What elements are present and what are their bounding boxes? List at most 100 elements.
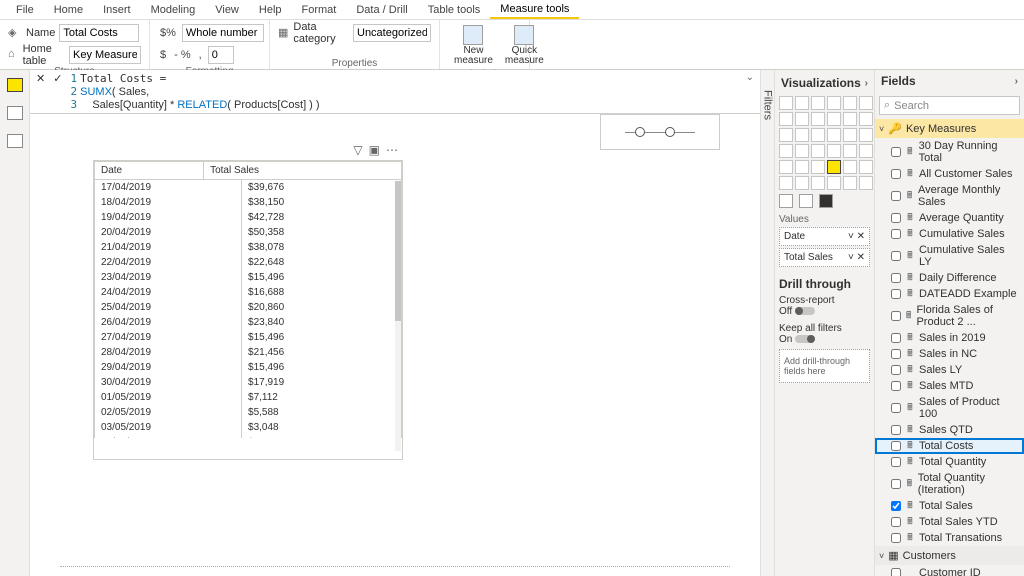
- table-row[interactable]: 26/04/2019$23,840: [95, 315, 402, 330]
- well-date[interactable]: Date˅ ✕: [779, 227, 870, 246]
- field-item[interactable]: Customer ID: [875, 565, 1024, 576]
- field-item[interactable]: 🖩All Customer Sales: [875, 166, 1024, 182]
- collapse-fields-icon[interactable]: ›: [1015, 76, 1018, 87]
- format-dropdown[interactable]: [182, 24, 264, 42]
- field-checkbox[interactable]: [891, 501, 901, 511]
- keep-filters-toggle[interactable]: [795, 335, 815, 343]
- focus-icon[interactable]: ▣: [369, 143, 380, 157]
- decimals-input[interactable]: [208, 46, 234, 64]
- viz-type-icon[interactable]: [827, 144, 841, 158]
- field-checkbox[interactable]: [891, 289, 901, 299]
- viz-type-icon[interactable]: [843, 96, 857, 110]
- viz-type-icon[interactable]: [779, 128, 793, 142]
- field-item[interactable]: 🖩Florida Sales of Product 2 ...: [875, 302, 1024, 330]
- viz-type-icon[interactable]: [859, 96, 873, 110]
- field-checkbox[interactable]: [891, 251, 901, 261]
- viz-type-icon[interactable]: [811, 128, 825, 142]
- report-view-icon[interactable]: [7, 78, 23, 92]
- field-checkbox[interactable]: [891, 517, 901, 527]
- menu-measure-tools[interactable]: Measure tools: [490, 1, 579, 19]
- viz-type-icon[interactable]: [827, 112, 841, 126]
- format-tab-icon[interactable]: [799, 194, 813, 208]
- table-row[interactable]: 20/04/2019$50,358: [95, 225, 402, 240]
- table-row[interactable]: 27/04/2019$15,496: [95, 330, 402, 345]
- field-item[interactable]: 🖩Total Sales: [875, 498, 1024, 514]
- field-checkbox[interactable]: [891, 273, 901, 283]
- menu-data-drill[interactable]: Data / Drill: [346, 2, 417, 18]
- field-checkbox[interactable]: [891, 213, 901, 223]
- table-row[interactable]: 28/04/2019$21,456: [95, 345, 402, 360]
- fields-tab-icon[interactable]: [779, 194, 793, 208]
- filter-icon[interactable]: ▽: [353, 143, 362, 157]
- table-row[interactable]: 01/05/2019$7,112: [95, 390, 402, 405]
- field-item[interactable]: 🖩Average Monthly Sales: [875, 182, 1024, 210]
- table-row[interactable]: 22/04/2019$22,648: [95, 255, 402, 270]
- field-checkbox[interactable]: [891, 479, 901, 489]
- table-header[interactable]: ˅▦Customers: [875, 546, 1024, 565]
- viz-type-icon[interactable]: [811, 112, 825, 126]
- column-header[interactable]: Total Sales: [204, 162, 402, 180]
- viz-type-icon[interactable]: [843, 160, 857, 174]
- viz-type-icon[interactable]: [827, 96, 841, 110]
- commit-icon[interactable]: ✓: [53, 72, 62, 85]
- comma-button[interactable]: ,: [197, 49, 204, 61]
- field-checkbox[interactable]: [891, 533, 901, 543]
- field-checkbox[interactable]: [891, 311, 901, 321]
- measure-name-input[interactable]: [59, 24, 139, 42]
- field-checkbox[interactable]: [891, 365, 901, 375]
- field-item[interactable]: 🖩Total Quantity: [875, 454, 1024, 470]
- field-checkbox[interactable]: [891, 333, 901, 343]
- menu-file[interactable]: File: [6, 2, 44, 18]
- home-table-input[interactable]: [69, 46, 141, 64]
- field-checkbox[interactable]: [891, 457, 901, 467]
- menu-help[interactable]: Help: [249, 2, 292, 18]
- field-checkbox[interactable]: [891, 349, 901, 359]
- field-item[interactable]: 🖩Sales MTD: [875, 378, 1024, 394]
- field-checkbox[interactable]: [891, 381, 901, 391]
- field-item[interactable]: 🖩Sales QTD: [875, 422, 1024, 438]
- menu-view[interactable]: View: [205, 2, 249, 18]
- formula-bar[interactable]: ✕ ✓ 1 Total Costs = 2 SUMX( Sales, 3 Sal…: [30, 70, 760, 114]
- table-row[interactable]: 23/04/2019$15,496: [95, 270, 402, 285]
- collapse-viz-icon[interactable]: ›: [865, 78, 868, 89]
- viz-type-icon[interactable]: [859, 144, 873, 158]
- viz-type-icon[interactable]: [795, 144, 809, 158]
- percent-button[interactable]: - %: [172, 49, 193, 61]
- report-canvas[interactable]: ▽ ▣ ⋯ DateTotal Sales 17/04/2019$39,6761…: [30, 114, 760, 566]
- table-row[interactable]: 21/04/2019$38,078: [95, 240, 402, 255]
- quick-measure-button[interactable]: Quick measure: [499, 23, 550, 68]
- field-item[interactable]: 🖩Sales LY: [875, 362, 1024, 378]
- field-checkbox[interactable]: [891, 169, 901, 179]
- field-item[interactable]: 🖩Total Sales YTD: [875, 514, 1024, 530]
- field-item[interactable]: 🖩Average Quantity: [875, 210, 1024, 226]
- drill-through-well[interactable]: Add drill-through fields here: [779, 349, 870, 383]
- table-row[interactable]: 24/04/2019$16,688: [95, 285, 402, 300]
- viz-type-icon[interactable]: [795, 176, 809, 190]
- table-row[interactable]: 30/04/2019$17,919: [95, 375, 402, 390]
- table-row[interactable]: 03/05/2019$3,048: [95, 420, 402, 435]
- data-view-icon[interactable]: [7, 106, 23, 120]
- viz-type-icon[interactable]: [779, 176, 793, 190]
- menu-insert[interactable]: Insert: [93, 2, 141, 18]
- table-row[interactable]: 19/04/2019$42,728: [95, 210, 402, 225]
- field-item[interactable]: 🖩30 Day Running Total: [875, 138, 1024, 166]
- field-checkbox[interactable]: [891, 403, 901, 413]
- viz-type-icon[interactable]: [795, 96, 809, 110]
- table-scrollbar[interactable]: [395, 181, 401, 451]
- model-view-icon[interactable]: [7, 134, 23, 148]
- viz-type-icon[interactable]: [843, 176, 857, 190]
- date-slicer-visual[interactable]: [600, 114, 720, 150]
- field-item[interactable]: 🖩Sales in NC: [875, 346, 1024, 362]
- filters-pane-collapsed[interactable]: Filters: [760, 70, 774, 576]
- field-item[interactable]: 🖩DATEADD Example: [875, 286, 1024, 302]
- field-item[interactable]: 🖩Sales in 2019: [875, 330, 1024, 346]
- viz-type-icon[interactable]: [795, 128, 809, 142]
- field-item[interactable]: 🖩Cumulative Sales LY: [875, 242, 1024, 270]
- menu-table-tools[interactable]: Table tools: [418, 2, 491, 18]
- viz-type-icon[interactable]: [795, 112, 809, 126]
- viz-type-icon[interactable]: [795, 160, 809, 174]
- viz-type-icon[interactable]: [843, 128, 857, 142]
- table-row[interactable]: 25/04/2019$20,860: [95, 300, 402, 315]
- field-item[interactable]: 🖩Total Quantity (Iteration): [875, 470, 1024, 498]
- table-row[interactable]: 18/04/2019$38,150: [95, 195, 402, 210]
